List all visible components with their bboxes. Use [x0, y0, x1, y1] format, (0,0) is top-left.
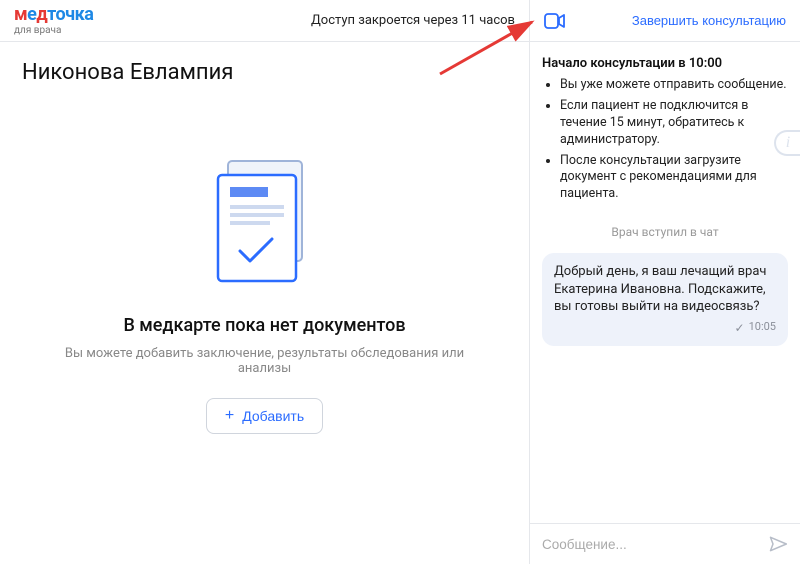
plus-icon: +: [225, 407, 234, 425]
logo-letter: м: [14, 4, 27, 25]
logo-rest: точка: [47, 4, 93, 25]
main-header: медточка для врача Доступ закроется чере…: [0, 0, 529, 42]
bullet-item: Если пациент не подключится в течение 15…: [560, 98, 788, 149]
chat-input[interactable]: [542, 537, 758, 552]
logo-subtitle: для врача: [14, 26, 93, 36]
add-document-button[interactable]: + Добавить: [206, 398, 323, 434]
chat-message-outgoing: Добрый день, я ваш лечащий врач Екатерин…: [542, 253, 788, 346]
consultation-bullets: Вы уже можете отправить сообщение. Если …: [542, 77, 788, 203]
message-time: 10:05: [749, 320, 776, 335]
patient-name: Никонова Евлампия: [0, 42, 529, 85]
chat-input-row: [530, 523, 800, 564]
documents-illustration: [200, 155, 330, 295]
bullet-item: Вы уже можете отправить сообщение.: [560, 77, 788, 94]
system-message: Врач вступил в чат: [542, 225, 788, 239]
info-icon[interactable]: i: [774, 130, 800, 156]
message-status-check-icon: ✓: [735, 320, 745, 336]
empty-state: В медкарте пока нет документов Вы можете…: [0, 85, 529, 564]
send-icon: [768, 534, 788, 554]
add-button-label: Добавить: [242, 408, 304, 424]
logo-word: медточка: [14, 6, 93, 24]
end-consultation-button[interactable]: Завершить консультацию: [632, 13, 786, 28]
chat-header: Завершить консультацию: [530, 0, 800, 42]
logo: медточка для врача: [14, 6, 93, 36]
empty-subtitle: Вы можете добавить заключение, результат…: [55, 346, 475, 376]
video-icon: [544, 13, 566, 29]
video-call-button[interactable]: [544, 13, 566, 29]
message-meta: ✓ 10:05: [554, 320, 776, 336]
message-text: Добрый день, я ваш лечащий врач Екатерин…: [554, 263, 776, 316]
empty-title: В медкарте пока нет документов: [123, 315, 405, 336]
logo-letter: д: [36, 4, 47, 25]
consultation-start-title: Начало консультации в 10:00: [542, 56, 788, 71]
access-countdown: Доступ закроется через 11 часов: [311, 13, 515, 28]
chat-body: Начало консультации в 10:00 Вы уже может…: [530, 42, 800, 523]
send-button[interactable]: [768, 534, 788, 554]
consultation-start-block: Начало консультации в 10:00 Вы уже может…: [542, 56, 788, 207]
bullet-item: После консультации загрузите документ с …: [560, 153, 788, 204]
